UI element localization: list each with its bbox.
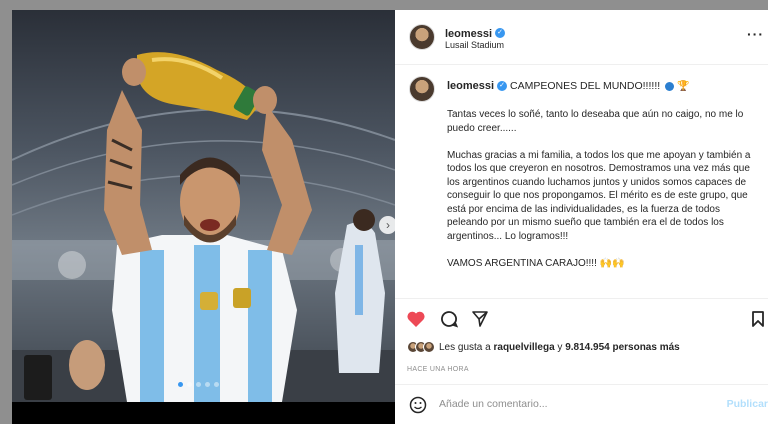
carousel-dots: [178, 382, 219, 387]
trophy-emoji-icon: 🏆: [677, 80, 690, 92]
publish-button[interactable]: Publicar: [727, 398, 768, 410]
liker-username-link[interactable]: raquelvillega: [494, 342, 555, 353]
likes-summary: Les gusta a raquelvillega y 9.814.954 pe…: [407, 341, 680, 353]
likes-count-link[interactable]: 9.814.954 personas más: [565, 342, 680, 353]
liker-avatar: [423, 341, 435, 353]
photo-illustration: [12, 52, 395, 402]
globe-emoji-icon: [665, 81, 675, 91]
comment-input[interactable]: Añade un comentario...: [439, 398, 548, 410]
post-detail-panel: leomessi ✓ Lusail Stadium ··· leomessi ✓ C…: [395, 10, 768, 424]
more-options-icon[interactable]: ···: [747, 26, 764, 42]
caption-closing: VAMOS ARGENTINA CARAJO!!!!: [447, 257, 597, 269]
heart-icon[interactable]: [405, 308, 427, 330]
caption-title: CAMPEONES DEL MUNDO!!!!!!: [510, 80, 661, 92]
avatar[interactable]: [409, 24, 435, 50]
caption-username-link[interactable]: leomessi: [447, 80, 494, 92]
post-header: leomessi ✓ Lusail Stadium ···: [395, 10, 768, 65]
smiley-icon[interactable]: [407, 394, 429, 416]
caption-paragraph: Muchas gracias a mi familia, a todos los…: [447, 149, 751, 242]
carousel-dot: [214, 382, 219, 387]
caption-area: leomessi ✓ CAMPEONES DEL MUNDO!!!!!! 🏆 Ta…: [395, 66, 768, 298]
carousel-dot: [205, 382, 210, 387]
celebration-emoji-icon: 🙌🙌: [599, 257, 625, 269]
chevron-right-icon: ›: [386, 218, 390, 232]
caption-closing-line: VAMOS ARGENTINA CARAJO!!!! 🙌🙌: [447, 257, 759, 271]
post-timestamp[interactable]: HACE UNA HORA: [407, 366, 469, 373]
username-link[interactable]: leomessi: [445, 28, 492, 40]
carousel-dot: [196, 382, 201, 387]
caption-avatar[interactable]: [409, 76, 435, 102]
location-link[interactable]: Lusail Stadium: [445, 40, 504, 50]
post-actions: Les gusta a raquelvillega y 9.814.954 pe…: [395, 298, 768, 378]
carousel-dot: [187, 382, 192, 387]
paper-plane-icon[interactable]: [469, 308, 491, 330]
caption-paragraph: Tantas veces lo soñé, tanto lo deseaba q…: [447, 109, 744, 134]
caption-body: Tantas veces lo soñé, tanto lo deseaba q…: [447, 108, 759, 284]
verified-badge-icon: ✓: [497, 81, 508, 92]
likes-connector: y: [557, 341, 563, 353]
bookmark-icon[interactable]: [749, 308, 767, 330]
post-photo[interactable]: ›: [12, 10, 395, 402]
verified-badge-icon: ✓: [495, 27, 506, 38]
next-photo-button[interactable]: ›: [379, 216, 395, 234]
carousel-dot: [178, 382, 183, 387]
likes-prefix: Les gusta a: [439, 341, 491, 353]
likes-text: Les gusta a raquelvillega y 9.814.954 pe…: [439, 342, 680, 353]
comment-bar: Añade un comentario... Publicar: [395, 384, 768, 424]
caption-heading: leomessi ✓ CAMPEONES DEL MUNDO!!!!!! 🏆: [447, 80, 689, 92]
comment-bubble-icon[interactable]: [438, 308, 460, 330]
